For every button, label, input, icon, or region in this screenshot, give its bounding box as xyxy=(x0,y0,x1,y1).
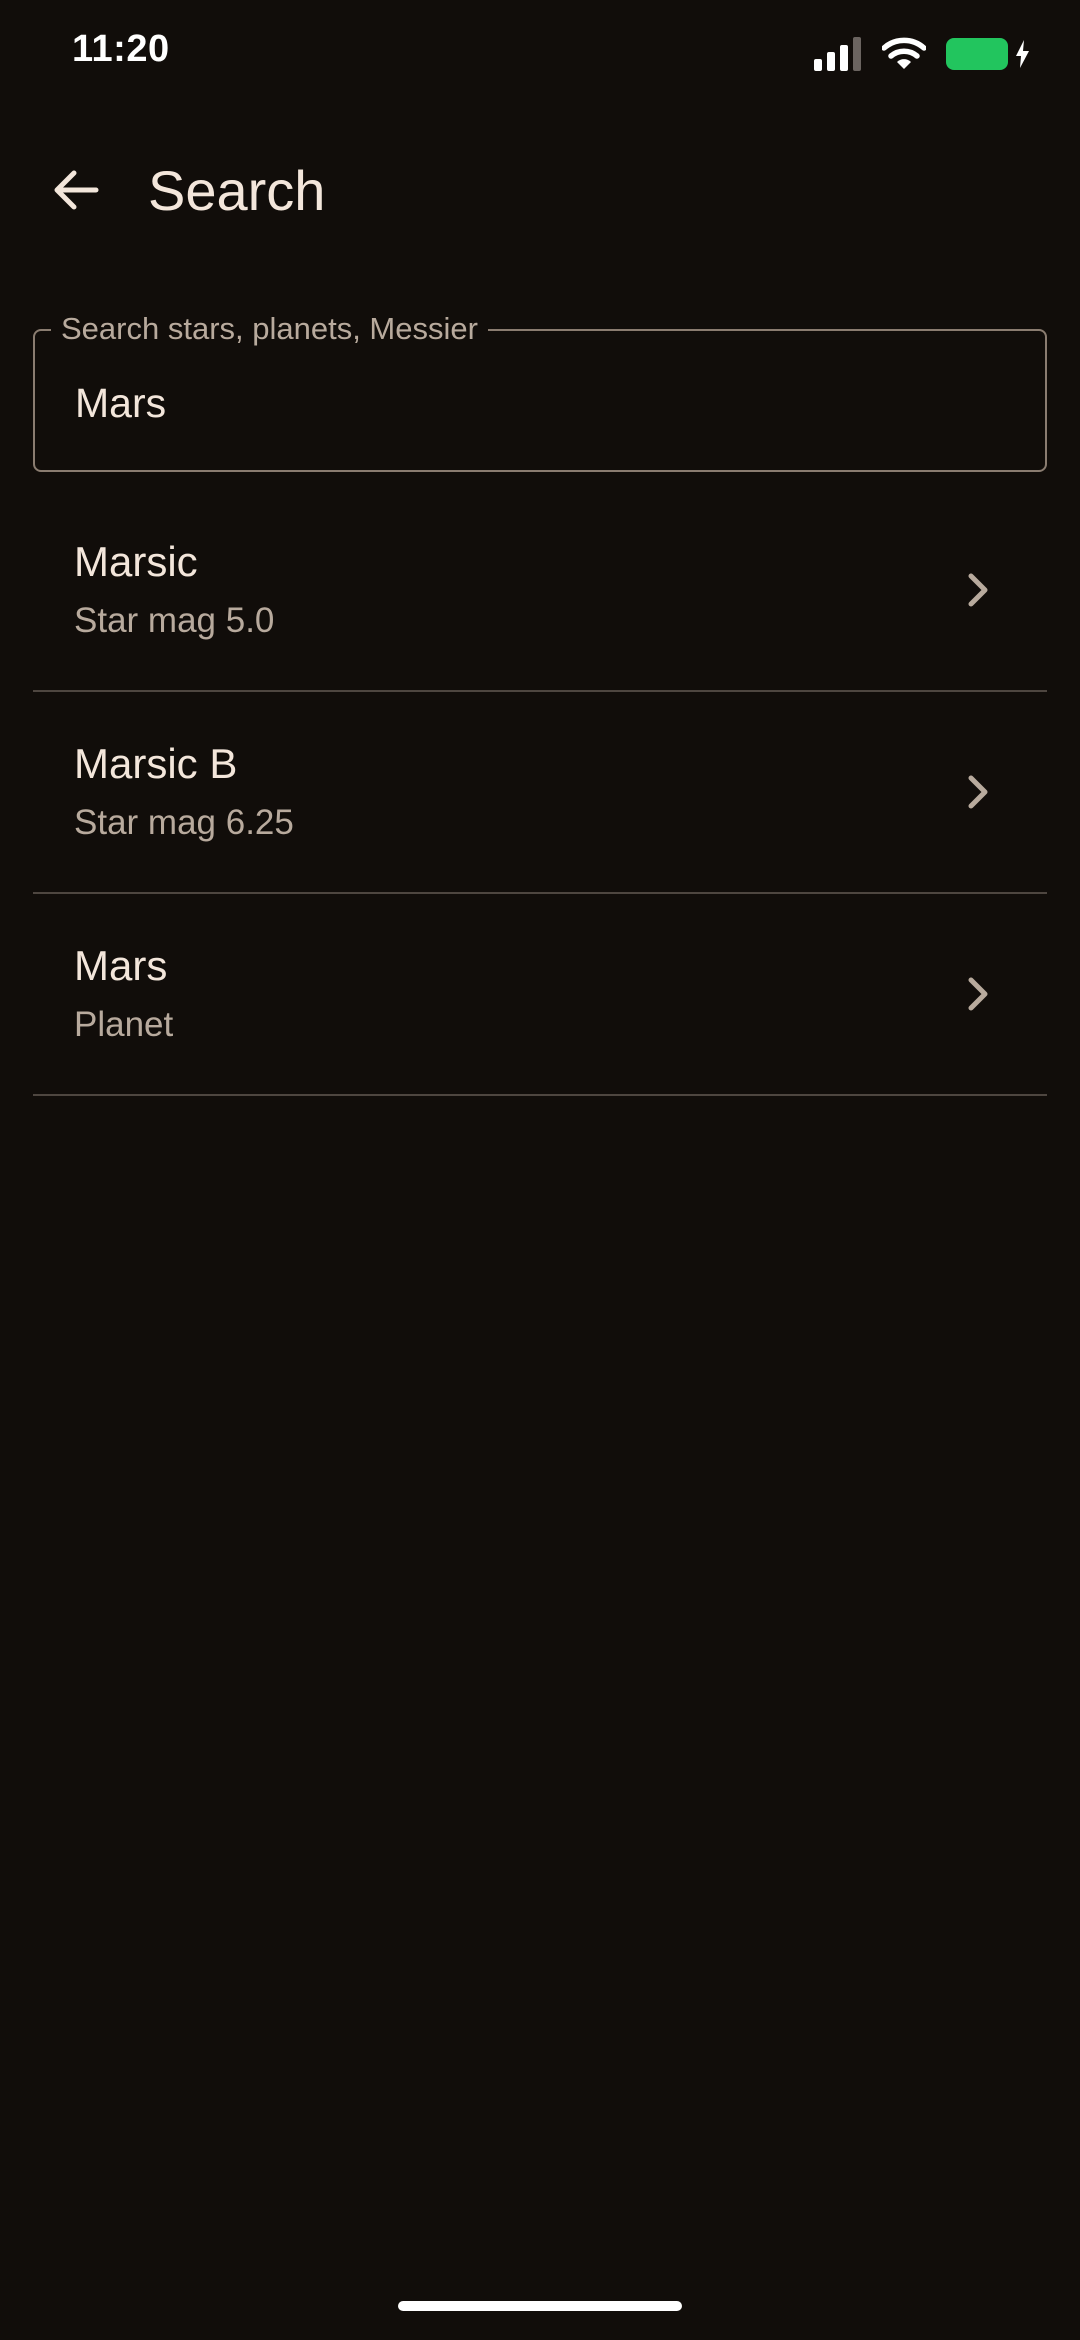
back-button[interactable] xyxy=(36,150,116,234)
status-time: 11:20 xyxy=(72,28,170,70)
wifi-icon xyxy=(882,37,926,71)
results-list: Marsic Star mag 5.0 Marsic B Star mag 6.… xyxy=(33,490,1047,1096)
list-item[interactable]: Mars Planet xyxy=(33,894,1047,1096)
battery-charging-icon xyxy=(946,36,1030,72)
chevron-right-icon xyxy=(961,974,995,1014)
result-subtitle: Star mag 5.0 xyxy=(74,601,275,640)
result-subtitle: Planet xyxy=(74,1005,174,1044)
result-name: Mars xyxy=(74,942,168,989)
status-bar: 11:20 xyxy=(0,0,1080,110)
arrow-left-icon xyxy=(52,168,100,217)
search-field[interactable]: Search stars, planets, Messier xyxy=(33,309,1047,472)
cellular-signal-icon xyxy=(814,37,862,71)
result-subtitle: Star mag 6.25 xyxy=(74,803,294,842)
search-field-label: Search stars, planets, Messier xyxy=(51,309,488,349)
chevron-right-icon xyxy=(961,570,995,610)
list-item[interactable]: Marsic Star mag 5.0 xyxy=(33,490,1047,692)
home-indicator[interactable] xyxy=(398,2301,682,2311)
app-bar: Search xyxy=(0,150,1080,234)
result-name: Marsic B xyxy=(74,740,238,787)
list-item[interactable]: Marsic B Star mag 6.25 xyxy=(33,692,1047,894)
result-name: Marsic xyxy=(74,538,198,585)
chevron-right-icon xyxy=(961,772,995,812)
page-title: Search xyxy=(148,159,326,222)
status-icons xyxy=(814,34,1030,74)
search-input[interactable] xyxy=(75,373,995,433)
